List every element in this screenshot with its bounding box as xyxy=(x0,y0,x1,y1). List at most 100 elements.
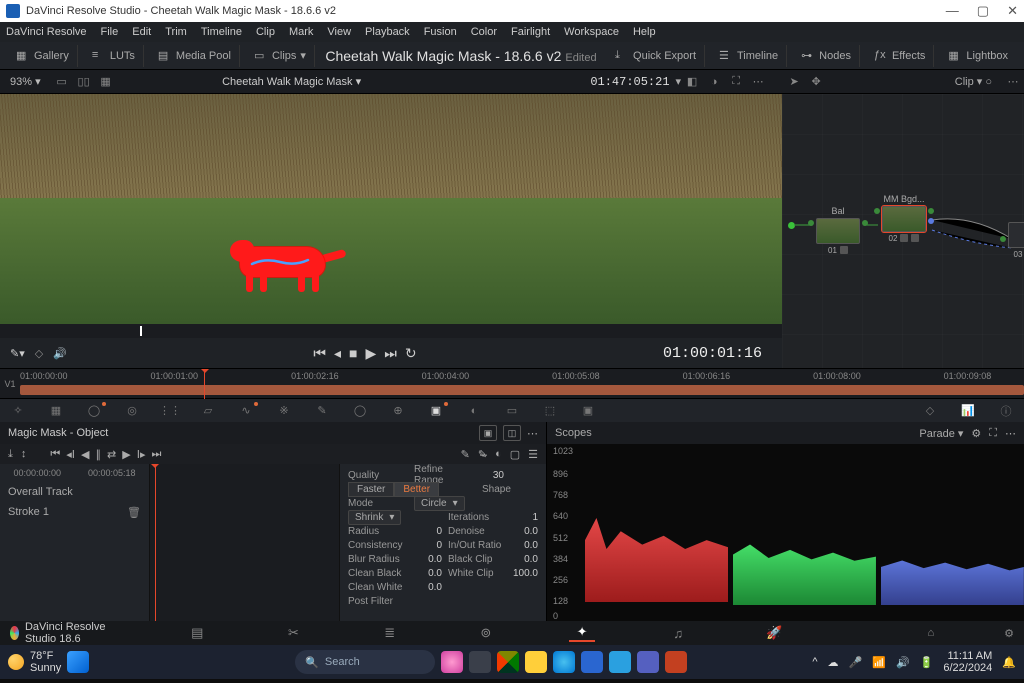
keyframe-icon[interactable]: ◇ xyxy=(920,403,940,419)
play-icon[interactable]: ▶ xyxy=(365,345,376,362)
page-cut[interactable]: ✂ xyxy=(280,625,306,641)
clips-button[interactable]: ▭Clips▾ xyxy=(246,45,315,67)
node-01[interactable]: Bal 01 xyxy=(816,206,860,254)
wheels-icon[interactable]: ◯ xyxy=(84,403,104,419)
viewer-timecode[interactable]: 01:00:01:16 xyxy=(663,345,762,362)
step-back-icon[interactable]: ◂ xyxy=(334,345,341,362)
parade-scope[interactable]: 1023 896 768 640 512 384 256 128 0 xyxy=(547,444,1024,621)
tracker-icon[interactable]: ⊕ xyxy=(388,403,408,419)
clip-timeline[interactable]: V1 01:00:00:00 01:00:01:00 01:00:02:16 0… xyxy=(0,368,1024,398)
track-rev-one-icon[interactable]: ◂Ⅰ xyxy=(66,448,75,461)
close-button[interactable]: ✕ xyxy=(1007,3,1018,19)
menu-playback[interactable]: Playback xyxy=(365,26,410,38)
white-clip-value[interactable]: 100.0 xyxy=(510,568,538,579)
settings-icon[interactable]: ☰ xyxy=(528,448,538,461)
scope-mode-select[interactable]: Parade ▾ xyxy=(919,427,963,440)
view-quad-icon[interactable]: ▦ xyxy=(97,73,115,91)
page-deliver[interactable]: 🚀 xyxy=(761,625,787,641)
menu-timeline[interactable]: Timeline xyxy=(201,26,242,38)
mask-toggle-icon[interactable]: ◇ xyxy=(35,347,43,360)
mask-stroke[interactable] xyxy=(250,256,310,268)
3d-icon[interactable]: ▣ xyxy=(578,403,598,419)
gallery-button[interactable]: ▦Gallery xyxy=(8,45,78,67)
sizing-icon[interactable]: ⬚ xyxy=(540,403,560,419)
audio-icon[interactable]: 🔊 xyxy=(53,347,67,360)
weather-icon[interactable] xyxy=(8,654,24,670)
volume-icon[interactable]: 🔊 xyxy=(896,656,910,669)
copilot-icon[interactable] xyxy=(441,651,463,673)
menu-file[interactable]: File xyxy=(101,26,119,38)
menu-color[interactable]: Color xyxy=(471,26,497,38)
expand-icon[interactable]: ⛶ xyxy=(727,73,745,91)
radius-value[interactable]: 0 xyxy=(414,526,442,537)
consistency-value[interactable]: 0 xyxy=(414,540,442,551)
stop-icon[interactable]: ■ xyxy=(349,345,357,362)
timeline-name[interactable]: Cheetah Walk Magic Mask ▾ xyxy=(117,75,467,88)
maximize-button[interactable]: ▢ xyxy=(977,3,989,19)
curves-icon[interactable]: ∿ xyxy=(236,403,256,419)
start-button[interactable] xyxy=(67,651,89,673)
lightbox-button[interactable]: ▦Lightbox xyxy=(940,45,1016,67)
stroke-sub-icon[interactable]: ✎̶ xyxy=(478,448,487,461)
black-clip-value[interactable]: 0.0 xyxy=(510,554,538,565)
explorer-icon[interactable] xyxy=(525,651,547,673)
blur-icon[interactable]: ◐ xyxy=(464,403,484,419)
pan-icon[interactable]: ✥ xyxy=(807,73,825,91)
key-icon[interactable]: ▭ xyxy=(502,403,522,419)
microsoft-365-icon[interactable] xyxy=(497,651,519,673)
scopes-icon[interactable]: 📊 xyxy=(958,403,978,419)
inout-value[interactable]: 0.0 xyxy=(510,540,538,551)
delete-icon[interactable]: 🗑 xyxy=(127,506,141,519)
timeline-button[interactable]: ☰Timeline xyxy=(711,45,787,67)
track-rev-icon[interactable]: ◀ xyxy=(81,448,89,461)
mask-shape-icon[interactable]: ▢ xyxy=(510,448,520,461)
view-single-icon[interactable]: ▭ xyxy=(53,73,71,91)
camera-raw-icon[interactable]: ✧ xyxy=(8,403,28,419)
page-fairlight[interactable]: ♫ xyxy=(665,626,691,641)
taskbar-search[interactable]: 🔍Search xyxy=(295,650,435,674)
onedrive-icon[interactable]: ☁ xyxy=(828,656,839,669)
node-scope-select[interactable]: Clip ▾ ○ xyxy=(945,75,1002,88)
track-swap-icon[interactable]: ⇄ xyxy=(107,448,116,461)
motion-icon[interactable]: ▱ xyxy=(198,403,218,419)
page-media[interactable]: ▤ xyxy=(184,625,210,641)
node-03[interactable]: 03 xyxy=(1008,222,1024,258)
page-fusion[interactable]: ⊚ xyxy=(473,625,499,641)
track-rev-all-icon[interactable]: ⏮ xyxy=(50,448,60,461)
track-fwd-all-icon[interactable]: ⏭ xyxy=(151,448,161,461)
denoise-value[interactable]: 0.0 xyxy=(510,526,538,537)
luts-button[interactable]: ≡LUTs xyxy=(84,45,144,67)
tray-chevron-icon[interactable]: ^ xyxy=(812,656,817,668)
blur-radius-value[interactable]: 0.0 xyxy=(414,554,442,565)
node-02[interactable]: MM Bgd... 02 xyxy=(882,194,926,242)
stroke-draw-icon[interactable]: ✎ xyxy=(461,448,470,461)
more-icon[interactable]: ⋯ xyxy=(749,73,767,91)
scope-settings-icon[interactable]: ⚙ xyxy=(971,427,981,440)
video-frame[interactable] xyxy=(0,94,782,324)
scope-expand-icon[interactable]: ⛶ xyxy=(989,427,997,440)
playhead-icon[interactable] xyxy=(140,326,142,336)
window-icon[interactable]: ◯ xyxy=(350,403,370,419)
info-icon[interactable]: ⓘ xyxy=(996,403,1016,419)
menu-trim[interactable]: Trim xyxy=(165,26,187,38)
menu-fairlight[interactable]: Fairlight xyxy=(511,26,550,38)
mail-icon[interactable] xyxy=(609,651,631,673)
page-edit[interactable]: ≣ xyxy=(377,625,403,641)
track-stop-icon[interactable]: ∥ xyxy=(96,448,102,461)
effects-button[interactable]: ƒxEffects xyxy=(866,45,934,67)
clip-bar[interactable] xyxy=(20,385,1024,395)
qualifier-icon[interactable]: ✎ xyxy=(312,403,332,419)
nodes-button[interactable]: ⊶Nodes xyxy=(793,45,860,67)
task-view-icon[interactable] xyxy=(469,651,491,673)
track-fwd-icon[interactable]: ▶ xyxy=(122,448,130,461)
magic-mask-overlay[interactable] xyxy=(230,222,340,292)
menu-edit[interactable]: Edit xyxy=(132,26,151,38)
panel-more-icon[interactable]: ⋯ xyxy=(527,427,538,440)
menu-davinci[interactable]: DaVinci Resolve xyxy=(6,26,87,38)
scope-more-icon[interactable]: ⋯ xyxy=(1005,427,1016,440)
pointer-icon[interactable]: ➤ xyxy=(785,73,803,91)
track-fwd-one-icon[interactable]: Ⅰ▸ xyxy=(137,448,146,461)
weather-widget[interactable]: 78°FSunny xyxy=(30,650,61,674)
clean-black-value[interactable]: 0.0 xyxy=(414,568,442,579)
goto-start-icon[interactable]: ⏮ xyxy=(313,345,326,362)
